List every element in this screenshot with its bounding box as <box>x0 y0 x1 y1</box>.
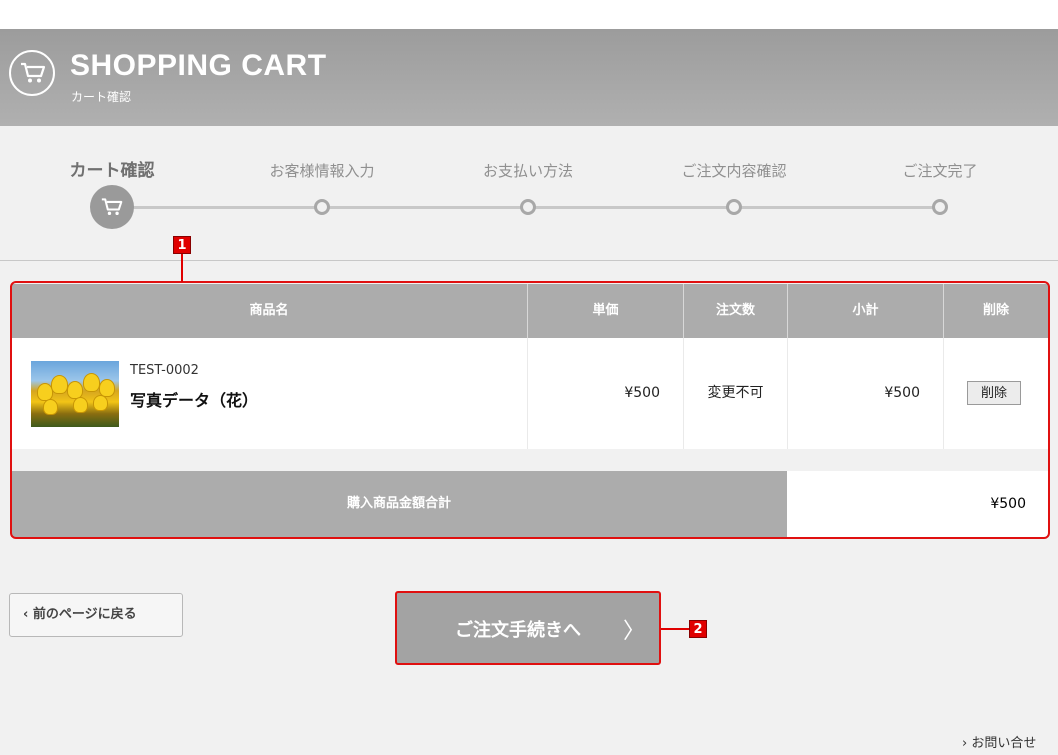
cart-icon <box>9 50 55 96</box>
chevron-right-icon: › <box>962 736 968 751</box>
step-label: カート確認 <box>69 161 155 181</box>
step-dot <box>726 199 742 215</box>
annotation-leader-1 <box>181 254 183 282</box>
step-label: ご注文内容確認 <box>681 162 787 180</box>
contact-link-label: お問い合せ <box>971 736 1037 751</box>
annotation-leader-2 <box>661 628 689 630</box>
top-bar <box>0 0 1058 29</box>
step-label: お支払い方法 <box>482 162 574 180</box>
annotation-badge-2: 2 <box>689 620 707 638</box>
annotation-box-2 <box>395 591 661 665</box>
page-title: SHOPPING CART <box>70 49 327 82</box>
back-button-label: 前のページに戻る <box>32 607 137 622</box>
annotation-badge-1: 1 <box>173 236 191 254</box>
contact-link[interactable]: › お問い合せ <box>962 732 1036 751</box>
page-banner: SHOPPING CART カート確認 <box>0 29 1058 126</box>
divider <box>0 260 1058 261</box>
step-dot <box>314 199 330 215</box>
annotation-box-1 <box>10 281 1050 539</box>
back-button[interactable]: ‹ 前のページに戻る <box>9 593 183 637</box>
step-label: ご注文完了 <box>902 162 978 180</box>
page-subtitle: カート確認 <box>71 90 132 104</box>
checkout-progress: カート確認 お客様情報入力 お支払い方法 ご注文内容確認 ご注文完了 <box>0 126 1058 260</box>
step-label: お客様情報入力 <box>269 162 375 180</box>
step-dot <box>932 199 948 215</box>
step-dot <box>520 199 536 215</box>
chevron-left-icon: ‹ <box>23 607 29 622</box>
cart-icon <box>90 185 134 229</box>
